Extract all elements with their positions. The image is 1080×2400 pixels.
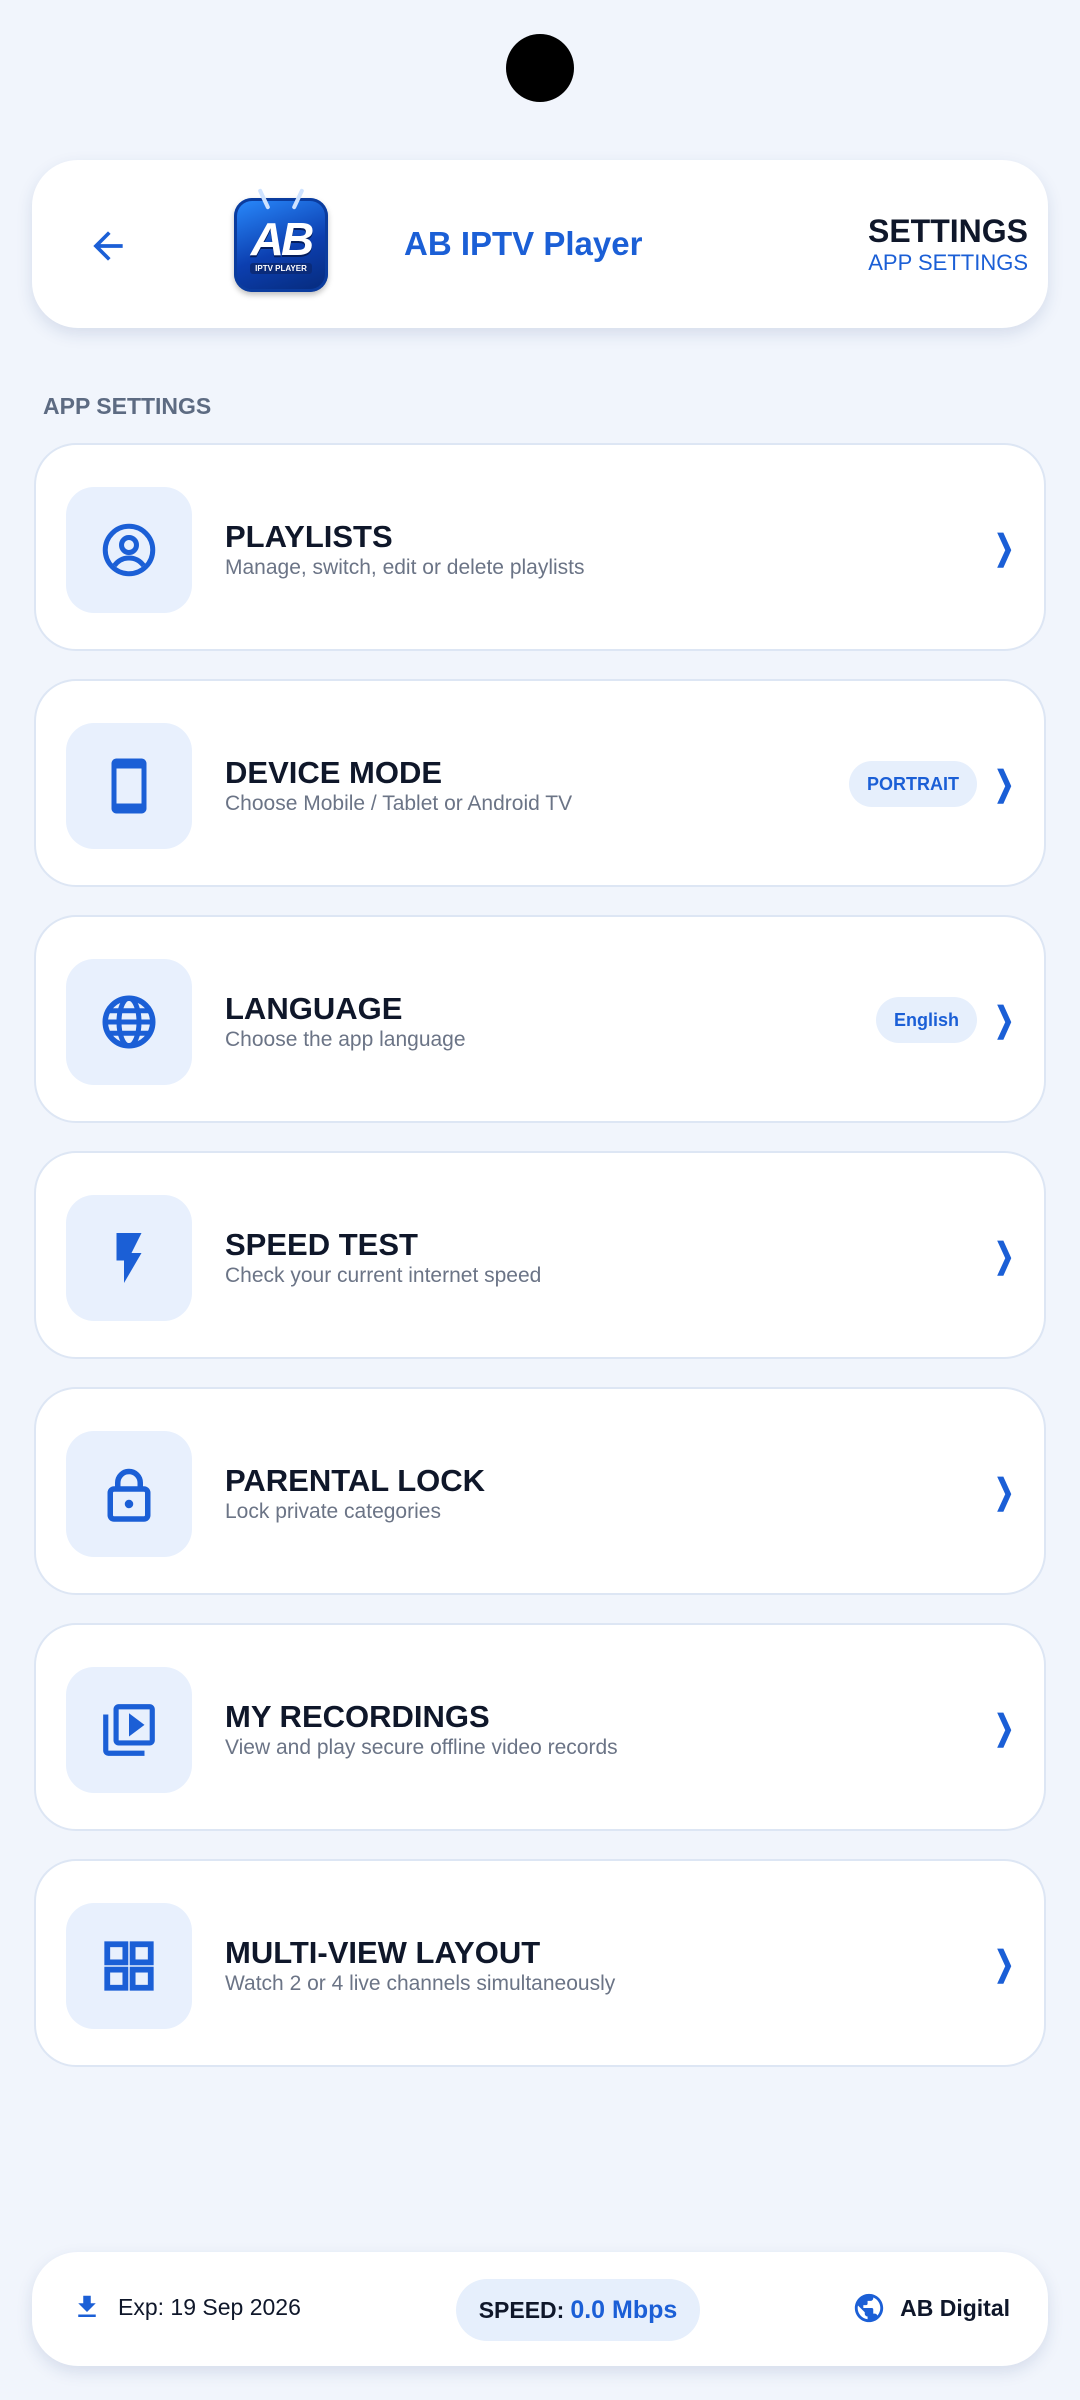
item-description: Choose the app language xyxy=(225,1028,466,1051)
item-description: Check your current internet speed xyxy=(225,1264,542,1287)
back-button[interactable] xyxy=(78,220,138,272)
item-title: SPEED TEST xyxy=(225,1227,418,1262)
public-globe-icon xyxy=(854,2293,884,2323)
chevron-right-icon: ❯ xyxy=(993,1237,1014,1275)
item-description: Choose Mobile / Tablet or Android TV xyxy=(225,792,573,815)
chevron-right-icon: ❯ xyxy=(993,1945,1014,1983)
page-title: SETTINGS xyxy=(867,213,1028,249)
item-title: PLAYLISTS xyxy=(225,519,393,554)
icon-tile xyxy=(66,1903,192,2029)
icon-tile xyxy=(66,487,192,613)
section-label: APP SETTINGS xyxy=(43,393,212,419)
grid-view-icon xyxy=(104,1941,154,1991)
item-title: MY RECORDINGS xyxy=(225,1699,490,1734)
device-mode-badge: PORTRAIT xyxy=(849,761,977,807)
smartphone-icon xyxy=(111,758,147,814)
account-circle-icon xyxy=(102,523,156,577)
chevron-right-icon: ❯ xyxy=(993,1001,1014,1039)
brand-info: AB Digital xyxy=(852,2291,1010,2325)
settings-item-language[interactable]: LANGUAGE Choose the app language English… xyxy=(34,915,1046,1123)
brand-name: AB Digital xyxy=(900,2294,1010,2321)
download-icon xyxy=(78,2295,96,2317)
item-description: Watch 2 or 4 live channels simultaneousl… xyxy=(225,1972,616,1995)
icon-tile xyxy=(66,1195,192,1321)
arrow-left-icon xyxy=(93,231,123,261)
speed-indicator[interactable]: SPEED: 0.0 Mbps xyxy=(456,2279,700,2341)
item-title: PARENTAL LOCK xyxy=(225,1463,486,1498)
logo-mark: AB xyxy=(250,212,314,265)
chevron-right-icon: ❯ xyxy=(993,1709,1014,1747)
chevron-right-icon: ❯ xyxy=(993,529,1014,567)
icon-tile xyxy=(66,723,192,849)
item-description: Manage, switch, edit or delete playlists xyxy=(225,556,585,579)
settings-item-multi-view-layout[interactable]: MULTI-VIEW LAYOUT Watch 2 or 4 live chan… xyxy=(34,1859,1046,2067)
icon-tile xyxy=(66,1667,192,1793)
speed-label: SPEED: xyxy=(478,2296,565,2323)
settings-item-parental-lock[interactable]: PARENTAL LOCK Lock private categories ❯ xyxy=(34,1387,1046,1595)
logo-subtext: IPTV PLAYER xyxy=(250,262,312,274)
item-description: Lock private categories xyxy=(225,1500,441,1523)
app-title: AB IPTV Player xyxy=(404,225,643,262)
front-camera xyxy=(506,34,574,102)
item-title: LANGUAGE xyxy=(225,991,403,1026)
expiry-date: Exp: 19 Sep 2026 xyxy=(118,2293,301,2320)
language-badge: English xyxy=(876,997,977,1043)
speed-value: 0.0 Mbps xyxy=(570,2295,678,2324)
page-subtitle: APP SETTINGS xyxy=(868,250,1028,275)
chevron-right-icon: ❯ xyxy=(993,1473,1014,1511)
settings-item-speed-test[interactable]: SPEED TEST Check your current internet s… xyxy=(34,1151,1046,1359)
lightning-bolt-icon xyxy=(116,1233,142,1283)
app-logo: AB IPTV PLAYER xyxy=(234,188,328,292)
settings-item-my-recordings[interactable]: MY RECORDINGS View and play secure offli… xyxy=(34,1623,1046,1831)
item-description: View and play secure offline video recor… xyxy=(225,1736,618,1759)
item-title: DEVICE MODE xyxy=(225,755,443,790)
icon-tile xyxy=(66,1431,192,1557)
video-library-icon xyxy=(103,1704,155,1756)
chevron-right-icon: ❯ xyxy=(993,765,1014,803)
settings-item-playlists[interactable]: PLAYLISTS Manage, switch, edit or delete… xyxy=(34,443,1046,651)
expiry-info: Exp: 19 Sep 2026 xyxy=(72,2292,301,2322)
item-title: MULTI-VIEW LAYOUT xyxy=(225,1935,541,1970)
page-heading: SETTINGS APP SETTINGS xyxy=(868,212,1028,276)
lock-icon xyxy=(107,1468,151,1522)
globe-icon xyxy=(102,995,156,1049)
settings-item-device-mode[interactable]: DEVICE MODE Choose Mobile / Tablet or An… xyxy=(34,679,1046,887)
icon-tile xyxy=(66,959,192,1085)
